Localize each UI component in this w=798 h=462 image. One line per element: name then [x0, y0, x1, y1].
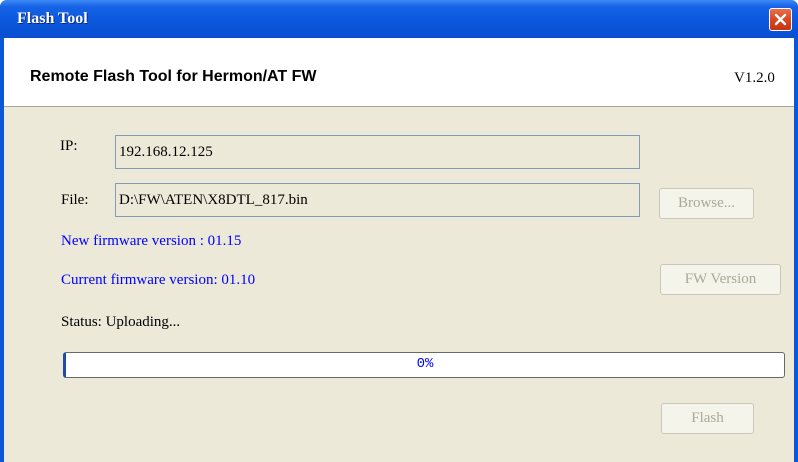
- header-banner: Remote Flash Tool for Hermon/AT FW V1.2.…: [4, 38, 794, 107]
- flash-tool-window: Flash Tool Remote Flash Tool for Hermon/…: [0, 0, 798, 462]
- title-bar[interactable]: Flash Tool: [0, 0, 798, 38]
- progress-percent-text: 0%: [416, 356, 434, 372]
- file-label: File:: [61, 192, 89, 208]
- upload-progress-bar: 0%: [63, 352, 785, 378]
- fw-version-button[interactable]: FW Version: [660, 264, 781, 295]
- flash-button[interactable]: Flash: [661, 403, 754, 434]
- version-label: V1.2.0: [734, 70, 775, 86]
- header-title: Remote Flash Tool for Hermon/AT FW: [30, 68, 317, 85]
- close-icon: [774, 13, 787, 26]
- dialog-body: Remote Flash Tool for Hermon/AT FW V1.2.…: [4, 38, 794, 462]
- window-title: Flash Tool: [17, 10, 88, 27]
- file-path-field[interactable]: D:\FW\ATEN\X8DTL_817.bin: [115, 183, 640, 217]
- new-firmware-version-text: New firmware version : 01.15: [61, 233, 242, 249]
- ip-field[interactable]: 192.168.12.125: [115, 135, 640, 169]
- browse-button[interactable]: Browse...: [659, 188, 754, 219]
- ip-label: IP:: [60, 138, 78, 154]
- status-text: Status: Uploading...: [61, 314, 181, 330]
- close-button[interactable]: [769, 8, 792, 31]
- current-firmware-version-text: Current firmware version: 01.10: [61, 272, 256, 288]
